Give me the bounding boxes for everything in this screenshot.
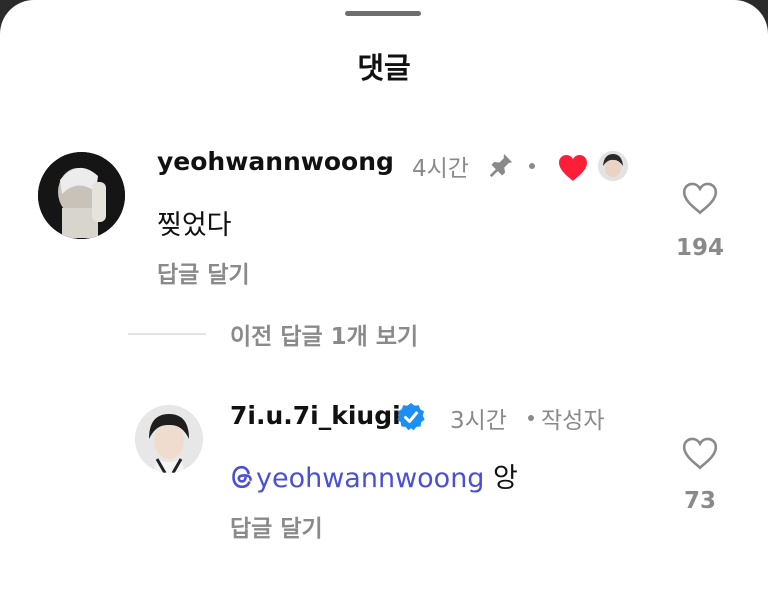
reply-button[interactable]: 답글 달기 bbox=[230, 509, 323, 543]
thread-divider bbox=[128, 333, 206, 335]
mention-link[interactable]: yeohwannwoong bbox=[230, 463, 484, 494]
pin-icon bbox=[487, 151, 515, 183]
reply-time: 3시간 bbox=[450, 408, 507, 434]
reply-text: yeohwannwoong 앙 bbox=[230, 456, 518, 497]
mention-username: yeohwannwoong bbox=[256, 463, 485, 494]
like-button[interactable] bbox=[670, 436, 730, 474]
reply-button[interactable]: 답글 달기 bbox=[157, 255, 250, 289]
verified-badge-icon bbox=[395, 401, 427, 437]
comment-text: 찢었다 bbox=[157, 210, 232, 241]
reply-username[interactable]: 7i.u.7i_kiugi bbox=[230, 401, 401, 430]
comments-sheet: 댓글 yeohwannwoong 4시간 찢었다 답글 달기 194 이전 답글… bbox=[0, 0, 768, 600]
creator-avatar-mini bbox=[598, 151, 628, 181]
reply-message: 앙 bbox=[493, 463, 518, 494]
view-previous-replies-button[interactable]: 이전 답글 1개 보기 bbox=[230, 317, 418, 351]
avatar[interactable] bbox=[135, 405, 203, 473]
comment-username[interactable]: yeohwannwoong bbox=[157, 147, 394, 176]
like-button[interactable] bbox=[670, 181, 730, 219]
author-badge: 작성자 bbox=[541, 408, 605, 434]
drag-handle[interactable] bbox=[345, 11, 421, 16]
threads-at-icon bbox=[230, 464, 254, 497]
sheet-title: 댓글 bbox=[357, 51, 411, 85]
comment-time: 4시간 bbox=[412, 156, 469, 182]
avatar[interactable] bbox=[38, 152, 125, 239]
like-count: 194 bbox=[675, 235, 724, 261]
like-count: 73 bbox=[683, 488, 716, 514]
heart-outline-icon bbox=[681, 182, 719, 219]
separator-dot-icon bbox=[529, 163, 535, 169]
heart-outline-icon bbox=[681, 437, 719, 474]
creator-liked-heart-icon bbox=[557, 153, 589, 186]
separator-dot-icon bbox=[528, 415, 534, 421]
